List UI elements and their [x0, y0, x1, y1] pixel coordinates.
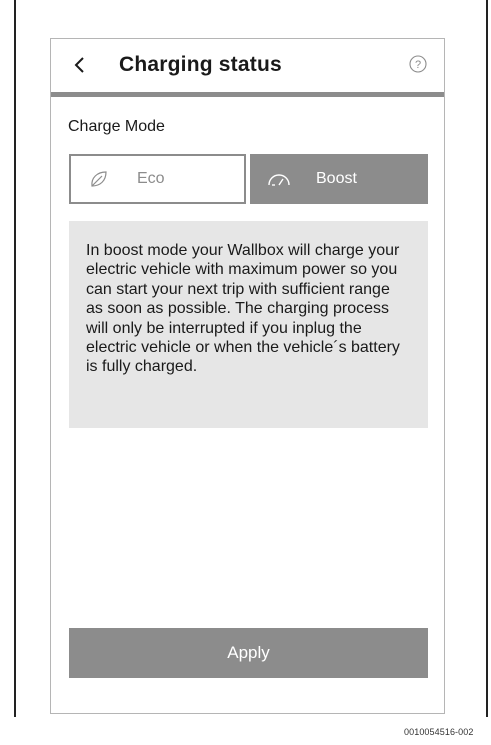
apply-button[interactable]: Apply	[69, 628, 428, 678]
mode-info-box: In boost mode your Wallbox will charge y…	[69, 221, 428, 428]
page-frame-right	[486, 0, 488, 717]
header-divider-bar	[51, 92, 444, 97]
leaf-icon	[91, 171, 107, 187]
charge-mode-label: Charge Mode	[68, 118, 165, 135]
page-title: Charging status	[119, 53, 282, 76]
boost-mode-button[interactable]: Boost	[250, 154, 428, 204]
mode-description: In boost mode your Wallbox will charge y…	[86, 242, 400, 376]
help-button[interactable]: ?	[409, 55, 427, 73]
app-header: Charging status ?	[51, 39, 444, 93]
page-frame-left	[14, 0, 16, 717]
phone-screen: Charging status ? Charge Mode Eco Boost	[50, 38, 445, 714]
figure-reference: 0010054516-002	[404, 727, 474, 737]
svg-text:?: ?	[415, 59, 421, 71]
chevron-left-icon	[74, 57, 84, 73]
back-button[interactable]	[67, 51, 91, 79]
boost-mode-label: Boost	[316, 170, 357, 187]
speedometer-icon	[268, 174, 290, 186]
eco-mode-button[interactable]: Eco	[69, 154, 246, 204]
help-circle-icon: ?	[409, 55, 427, 73]
eco-mode-label: Eco	[137, 170, 165, 187]
charge-mode-selector: Eco Boost	[69, 154, 428, 204]
